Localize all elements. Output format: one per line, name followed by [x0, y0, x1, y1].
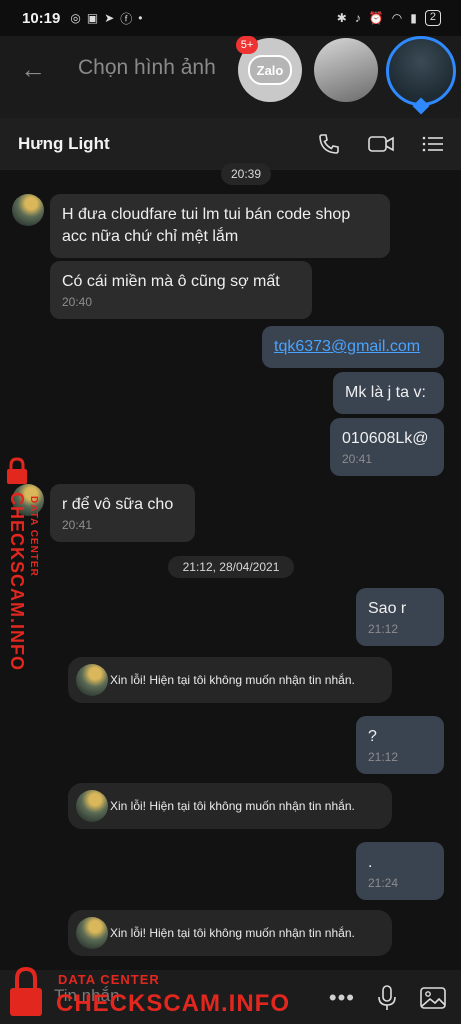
- mute-icon: ♪: [354, 11, 361, 25]
- outgoing-message[interactable]: Mk là j ta v:: [333, 372, 444, 414]
- message-time: 21:12: [368, 622, 399, 636]
- message-time: 21:24: [368, 876, 399, 890]
- incoming-message[interactable]: H đưa cloudfare tui lm tui bán code shop…: [50, 194, 390, 258]
- auto-reply-message[interactable]: Xin lỗi! Hiện tại tôi không muốn nhận ti…: [68, 657, 392, 703]
- auto-reply-text: Xin lỗi! Hiện tại tôi không muốn nhận ti…: [110, 926, 355, 940]
- outgoing-message[interactable]: . 21:24: [356, 842, 444, 900]
- incoming-message[interactable]: Có cái miền mà ô cũng sợ mất 20:40: [50, 261, 312, 319]
- avatar[interactable]: [12, 194, 44, 226]
- share-target-bar: ← Chọn hình ảnh 5+ Zalo: [0, 36, 461, 154]
- message-text: 010608Lk@: [342, 430, 429, 447]
- bluetooth-icon: ✱: [336, 11, 347, 25]
- avatar: [76, 664, 108, 696]
- outgoing-message[interactable]: Sao r 21:12: [356, 588, 444, 646]
- share-title: Chọn hình ảnh: [78, 56, 216, 79]
- auto-reply-message[interactable]: Xin lỗi! Hiện tại tôi không muốn nhận ti…: [68, 783, 392, 829]
- zalo-logo-icon: Zalo: [248, 55, 292, 85]
- message-text: r để vô sữa cho: [62, 496, 174, 513]
- outgoing-message[interactable]: tqk6373@gmail.com: [262, 326, 444, 368]
- message-text: Có cái miền mà ô cũng sợ mất: [62, 273, 280, 290]
- watermark-subtext: DATA CENTER: [58, 972, 160, 987]
- auto-reply-text: Xin lỗi! Hiện tại tôi không muốn nhận ti…: [110, 799, 355, 813]
- watermark-side: CHECKSCAM.INFO DATA CENTER: [0, 456, 48, 676]
- message-time: 21:12: [368, 750, 399, 764]
- time-separator: 20:39: [221, 163, 272, 185]
- facebook-icon: ⓕ: [120, 11, 133, 26]
- notification-badge: 5+: [236, 36, 258, 54]
- auto-reply-text: Xin lỗi! Hiện tại tôi không muốn nhận ti…: [110, 673, 355, 687]
- signal-icon: ▮: [410, 11, 417, 25]
- message-text: Mk là j ta v:: [345, 384, 426, 401]
- contact-name[interactable]: Hưng Light: [18, 134, 110, 154]
- app-notification-icon: ◎: [70, 11, 81, 25]
- wifi-icon: ◠: [391, 11, 403, 25]
- date-separator: 21:12, 28/04/2021: [168, 556, 294, 578]
- arrow-left-icon[interactable]: ←: [20, 54, 46, 85]
- incoming-message[interactable]: r để vô sữa cho 20:41: [50, 484, 195, 542]
- outgoing-message[interactable]: ? 21:12: [356, 716, 444, 774]
- message-time: 20:41: [342, 452, 373, 466]
- selected-share-target[interactable]: [386, 36, 456, 106]
- message-time: 20:40: [62, 295, 93, 309]
- notification-icons: ◎ ▣ ➤ ⓕ •: [70, 10, 142, 27]
- menu-list-icon[interactable]: [421, 132, 445, 156]
- telegram-icon: ➤: [104, 11, 115, 25]
- status-time: 10:19: [22, 9, 61, 27]
- message-text: Sao r: [368, 600, 407, 617]
- email-link[interactable]: tqk6373@gmail.com: [274, 338, 420, 355]
- status-bar: 10:19 ◎ ▣ ➤ ⓕ • ✱ ♪ ⏰ ◠ ▮ 2: [0, 0, 461, 36]
- alarm-icon: ⏰: [368, 11, 384, 25]
- lock-icon: [10, 966, 42, 1016]
- phone-icon[interactable]: [317, 132, 341, 156]
- message-text: ?: [368, 728, 377, 745]
- discord-icon: ▣: [86, 11, 99, 25]
- message-text: H đưa cloudfare tui lm tui bán code shop…: [62, 206, 351, 245]
- message-time: 20:41: [62, 518, 93, 532]
- image-gallery-icon[interactable]: [419, 985, 447, 1011]
- video-call-icon[interactable]: [367, 132, 395, 156]
- outgoing-message[interactable]: 010608Lk@ 20:41: [330, 418, 444, 476]
- system-icons: ✱ ♪ ⏰ ◠ ▮ 2: [337, 10, 441, 26]
- message-text: .: [368, 854, 373, 871]
- avatar: [76, 790, 108, 822]
- watermark-text: CHECKSCAM.INFO: [7, 492, 27, 671]
- avatar: [76, 917, 108, 949]
- auto-reply-message[interactable]: Xin lỗi! Hiện tại tôi không muốn nhận ti…: [68, 910, 392, 956]
- watermark-subtext: DATA CENTER: [28, 496, 39, 577]
- watermark-text: CHECKSCAM.INFO: [56, 990, 290, 1017]
- battery-icon: 2: [424, 10, 441, 26]
- lock-icon: [7, 457, 27, 484]
- more-notifications-icon: •: [138, 11, 143, 25]
- microphone-icon[interactable]: [377, 984, 397, 1012]
- friend-share-target[interactable]: [314, 38, 378, 102]
- more-options-icon[interactable]: •••: [329, 985, 355, 1011]
